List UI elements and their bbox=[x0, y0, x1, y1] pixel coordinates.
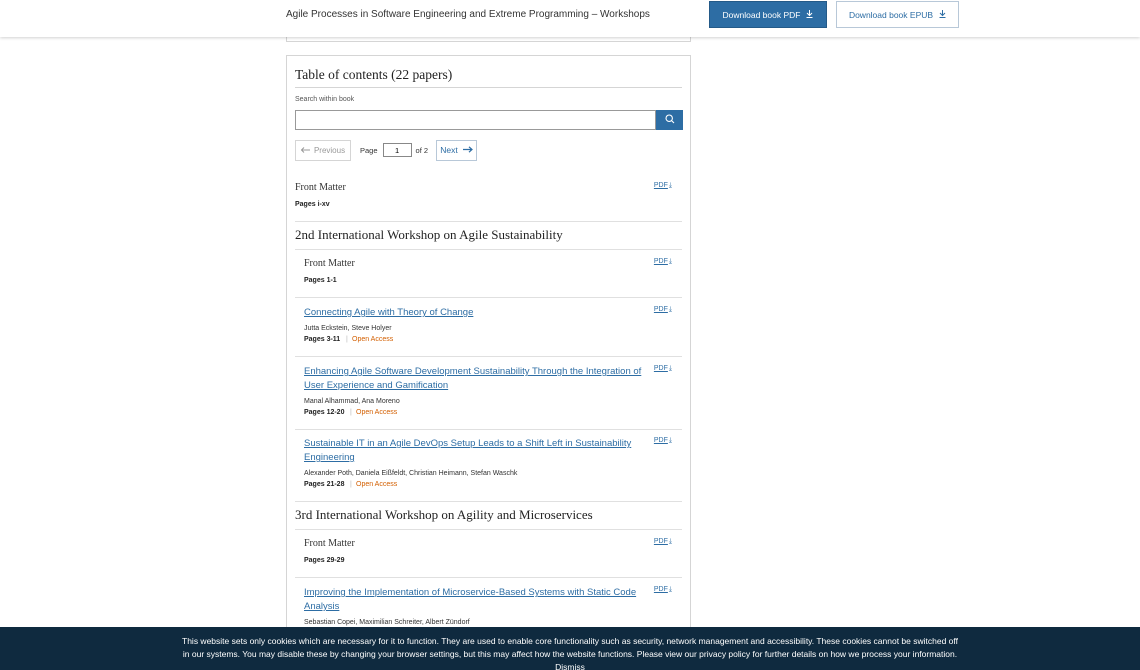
download-icon: ⤓ bbox=[668, 586, 672, 593]
pdf-link[interactable]: PDF⤓ bbox=[654, 586, 672, 594]
search-label: Search within book bbox=[295, 96, 355, 103]
authors: Alexander Poth, Daniela Eißfeldt, Christ… bbox=[304, 470, 518, 477]
next-button[interactable]: Next bbox=[436, 139, 478, 161]
download-epub-label: Download book EPUB bbox=[848, 9, 934, 20]
toc-heading: Table of contents (22 papers) bbox=[295, 67, 453, 82]
divider bbox=[295, 221, 682, 222]
front-matter-title: Front Matter bbox=[304, 538, 355, 549]
front-matter-title: Front Matter bbox=[295, 182, 346, 193]
divider bbox=[295, 356, 682, 357]
download-icon bbox=[939, 9, 946, 20]
pdf-label: PDF bbox=[653, 586, 668, 593]
divider bbox=[295, 577, 682, 578]
pages-label: Pages 12-20 bbox=[304, 409, 345, 416]
pdf-link[interactable]: PDF⤓ bbox=[654, 365, 672, 373]
pdf-link[interactable]: PDF⤓ bbox=[654, 258, 672, 266]
pages-label: Pages i-xv bbox=[295, 201, 330, 208]
section-heading: 2nd International Workshop on Agile Sust… bbox=[295, 227, 563, 242]
pdf-label: PDF bbox=[653, 365, 668, 372]
chapter-title-link[interactable]: Connecting Agile with Theory of Change bbox=[304, 306, 644, 320]
page-count-label: of 2 bbox=[415, 145, 429, 155]
section-heading: 3rd International Workshop on Agility an… bbox=[295, 507, 593, 522]
cookie-text: This website sets only cookies which are… bbox=[182, 636, 958, 659]
download-icon: ⤓ bbox=[668, 182, 672, 189]
separator: | bbox=[350, 409, 352, 416]
table-of-contents: Table of contents (22 papers) Search wit… bbox=[286, 55, 691, 670]
divider bbox=[295, 297, 682, 298]
pdf-link[interactable]: PDF⤓ bbox=[654, 306, 672, 314]
pdf-link[interactable]: PDF⤓ bbox=[654, 437, 672, 445]
chapter-title-link[interactable]: Enhancing Agile Software Development Sus… bbox=[304, 365, 644, 393]
authors: Manal Alhammad, Ana Moreno bbox=[304, 398, 400, 405]
search-icon bbox=[664, 111, 675, 129]
previous-label: Previous bbox=[313, 145, 346, 155]
pdf-label: PDF bbox=[653, 437, 668, 444]
divider bbox=[295, 87, 682, 88]
cookie-banner: This website sets only cookies which are… bbox=[0, 627, 1140, 670]
download-pdf-label: Download book PDF bbox=[722, 9, 801, 20]
pdf-label: PDF bbox=[653, 306, 668, 313]
download-icon: ⤓ bbox=[668, 538, 672, 545]
authors: Jutta Eckstein, Steve Holyer bbox=[304, 325, 392, 332]
top-bar: Agile Processes in Software Engineering … bbox=[0, 0, 1140, 37]
chapter-title-link[interactable]: Sustainable IT in an Agile DevOps Setup … bbox=[304, 437, 644, 465]
dismiss-link[interactable]: Dismiss bbox=[555, 662, 585, 670]
authors: Sebastian Copei, Maximilian Schreiter, A… bbox=[304, 619, 470, 626]
download-book-epub-button[interactable]: Download book EPUB bbox=[836, 1, 959, 28]
book-title: Agile Processes in Software Engineering … bbox=[286, 9, 650, 20]
open-access-label: Open Access bbox=[356, 481, 398, 488]
divider bbox=[295, 501, 682, 502]
arrow-right-icon bbox=[462, 145, 473, 155]
open-access-label: Open Access bbox=[356, 409, 398, 416]
download-icon: ⤓ bbox=[668, 437, 672, 444]
divider bbox=[295, 429, 682, 430]
download-icon: ⤓ bbox=[668, 306, 672, 313]
front-matter-title: Front Matter bbox=[304, 258, 355, 269]
next-label: Next bbox=[440, 145, 458, 155]
separator: | bbox=[346, 336, 348, 343]
pdf-link[interactable]: PDF⤓ bbox=[654, 182, 672, 190]
download-icon bbox=[806, 9, 813, 20]
download-icon: ⤓ bbox=[668, 365, 672, 372]
divider bbox=[295, 529, 682, 530]
pdf-link[interactable]: PDF⤓ bbox=[654, 538, 672, 546]
pages-label: Pages 21-28 bbox=[304, 481, 345, 488]
chapter-title-link[interactable]: Improving the Implementation of Microser… bbox=[304, 586, 644, 614]
pdf-label: PDF bbox=[653, 538, 668, 545]
open-access-label: Open Access bbox=[352, 336, 394, 343]
page-number-input[interactable] bbox=[382, 143, 412, 157]
arrow-left-icon bbox=[300, 146, 310, 155]
separator: | bbox=[350, 481, 352, 488]
download-icon: ⤓ bbox=[668, 258, 672, 265]
pages-label: Pages 3-11 bbox=[304, 336, 341, 343]
previous-button[interactable]: Previous bbox=[295, 139, 351, 161]
page-label: Page bbox=[360, 145, 378, 155]
pagination: Previous Page of 2 Next bbox=[295, 139, 478, 161]
download-book-pdf-button[interactable]: Download book PDF bbox=[709, 1, 827, 28]
search-input[interactable] bbox=[295, 110, 656, 130]
pages-label: Pages 29-29 bbox=[304, 557, 345, 564]
pdf-label: PDF bbox=[653, 258, 668, 265]
divider bbox=[295, 249, 682, 250]
pdf-label: PDF bbox=[653, 182, 668, 189]
pages-label: Pages 1-1 bbox=[304, 277, 337, 284]
search-button[interactable] bbox=[656, 110, 683, 130]
